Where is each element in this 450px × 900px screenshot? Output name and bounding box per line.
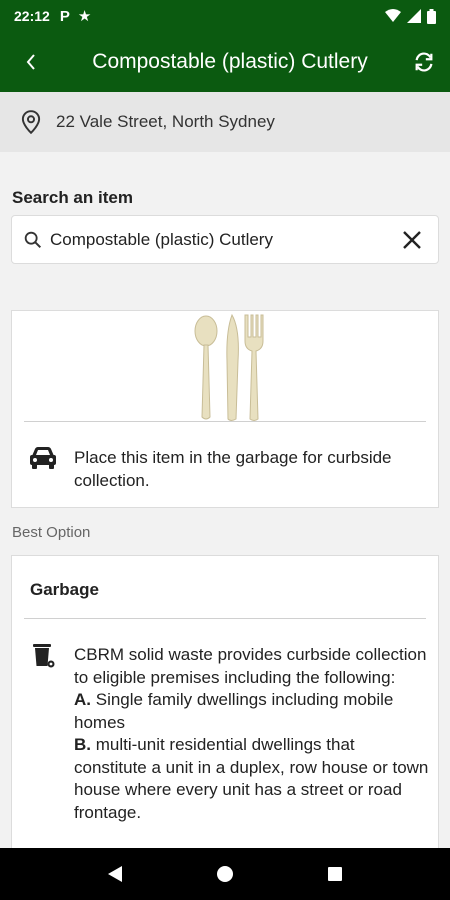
cutlery-image	[194, 313, 264, 421]
refresh-button[interactable]	[398, 32, 450, 92]
option-intro: CBRM solid waste provides curbside colle…	[74, 645, 427, 687]
best-option-label: Best Option	[12, 524, 91, 541]
list-marker: A.	[74, 690, 91, 709]
star-icon: ★	[77, 8, 92, 25]
option-title: Garbage	[30, 580, 99, 599]
back-arrow-icon	[26, 54, 35, 70]
location-bar[interactable]: 22 Vale Street, North Sydney	[0, 92, 450, 152]
list-text: multi-unit residential dwellings that co…	[74, 735, 429, 822]
option-card: Garbage CBRM solid waste provides curbsi…	[11, 555, 439, 865]
car-icon	[30, 447, 56, 469]
status-bar: 22:12 P ★	[0, 0, 450, 32]
item-card-divider	[24, 421, 426, 422]
option-description: CBRM solid waste provides curbside colle…	[74, 644, 430, 824]
list-item: B. multi-unit residential dwellings that…	[74, 734, 430, 824]
location-address: 22 Vale Street, North Sydney	[56, 112, 275, 131]
battery-icon	[427, 8, 436, 24]
option-card-divider	[24, 618, 426, 619]
garbage-bin-icon	[33, 644, 55, 668]
app-bar: Compostable (plastic) Cutlery	[0, 32, 450, 92]
nav-recents-button[interactable]	[315, 854, 355, 894]
back-button[interactable]	[0, 32, 62, 92]
clear-search-button[interactable]	[386, 215, 438, 264]
nav-back-button[interactable]	[95, 854, 135, 894]
parking-icon: P	[59, 7, 70, 25]
wifi-icon	[385, 9, 401, 22]
search-input[interactable]	[50, 229, 386, 250]
disposal-instruction: Place this item in the garbage for curbs…	[74, 448, 392, 490]
item-card: Place this item in the garbage for curbs…	[11, 310, 439, 508]
nav-home-button[interactable]	[205, 854, 245, 894]
page-title: Compostable (plastic) Cutlery	[92, 50, 368, 73]
list-text: Single family dwellings including mobile…	[74, 690, 394, 732]
location-pin-icon	[21, 110, 41, 135]
nav-home-icon	[217, 866, 233, 882]
status-time: 22:12	[14, 8, 50, 24]
list-item: A. Single family dwellings including mob…	[74, 689, 430, 734]
nav-recents-icon	[328, 867, 342, 881]
search-label: Search an item	[12, 188, 133, 207]
search-box	[11, 215, 439, 264]
refresh-icon	[415, 52, 433, 72]
signal-icon	[407, 9, 421, 23]
system-nav-bar	[0, 848, 450, 900]
search-icon	[24, 231, 42, 248]
list-marker: B.	[74, 735, 91, 754]
close-icon	[403, 230, 421, 249]
nav-back-icon	[108, 866, 122, 882]
